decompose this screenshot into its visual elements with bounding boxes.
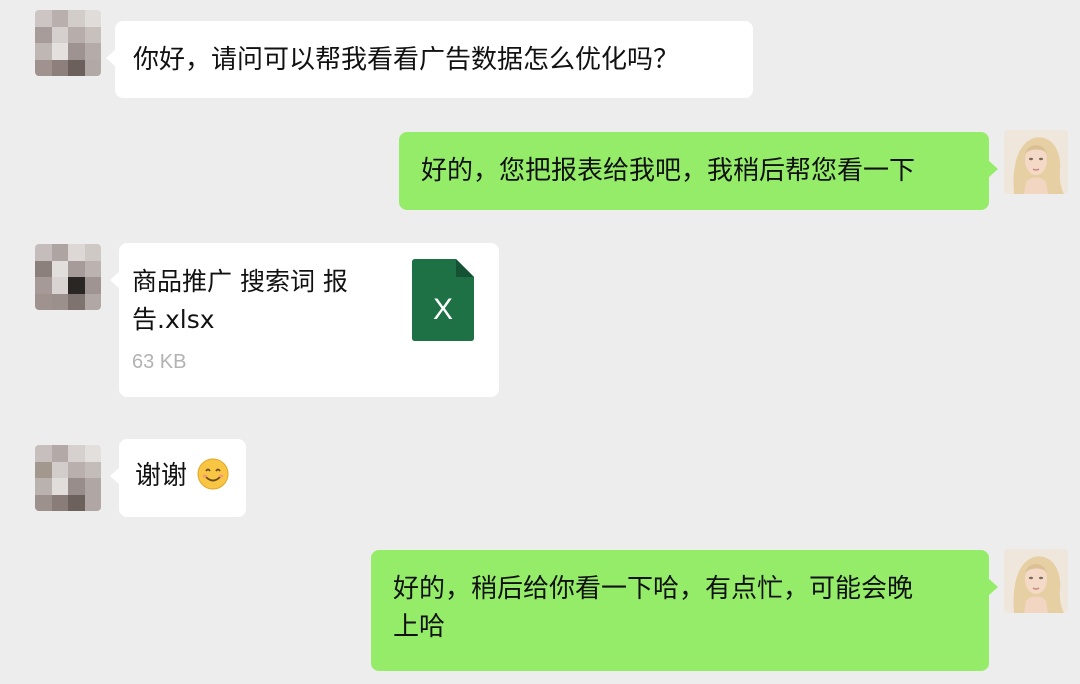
- message-bubble-outgoing[interactable]: 好的，稍后给你看一下哈，有点忙，可能会晚 上哈: [371, 550, 998, 671]
- excel-icon-letter: X: [433, 293, 453, 326]
- excel-icon: X: [412, 259, 474, 341]
- file-message-card[interactable]: 商品推广 搜索词 报告.xlsx 63 KB X: [110, 243, 499, 397]
- smile-emoji-icon: [197, 458, 229, 490]
- message-text-line-2: 上哈: [393, 612, 446, 642]
- contact-avatar[interactable]: [35, 445, 101, 511]
- my-avatar[interactable]: [1004, 130, 1068, 194]
- message-text: 好的，您把报表给我吧，我稍后帮您看一下: [421, 156, 916, 186]
- message-text: 你好，请问可以帮我看看广告数据怎么优化吗？: [133, 45, 680, 75]
- portrait-image: [1004, 130, 1068, 194]
- my-avatar[interactable]: [1004, 549, 1068, 613]
- message-text: 谢谢: [135, 461, 188, 491]
- message-text-line-1: 好的，稍后给你看一下哈，有点忙，可能会晚: [393, 574, 914, 604]
- message-bubble-incoming[interactable]: 你好，请问可以帮我看看广告数据怎么优化吗？: [106, 21, 753, 98]
- contact-avatar[interactable]: [35, 244, 101, 310]
- file-name: 商品推广 搜索词 报告.xlsx: [132, 267, 348, 334]
- file-size: 63 KB: [132, 351, 187, 373]
- portrait-image: [1004, 549, 1068, 613]
- message-bubble-incoming[interactable]: 谢谢: [110, 439, 246, 517]
- contact-avatar[interactable]: [35, 10, 101, 76]
- message-bubble-outgoing[interactable]: 好的，您把报表给我吧，我稍后帮您看一下: [399, 132, 998, 210]
